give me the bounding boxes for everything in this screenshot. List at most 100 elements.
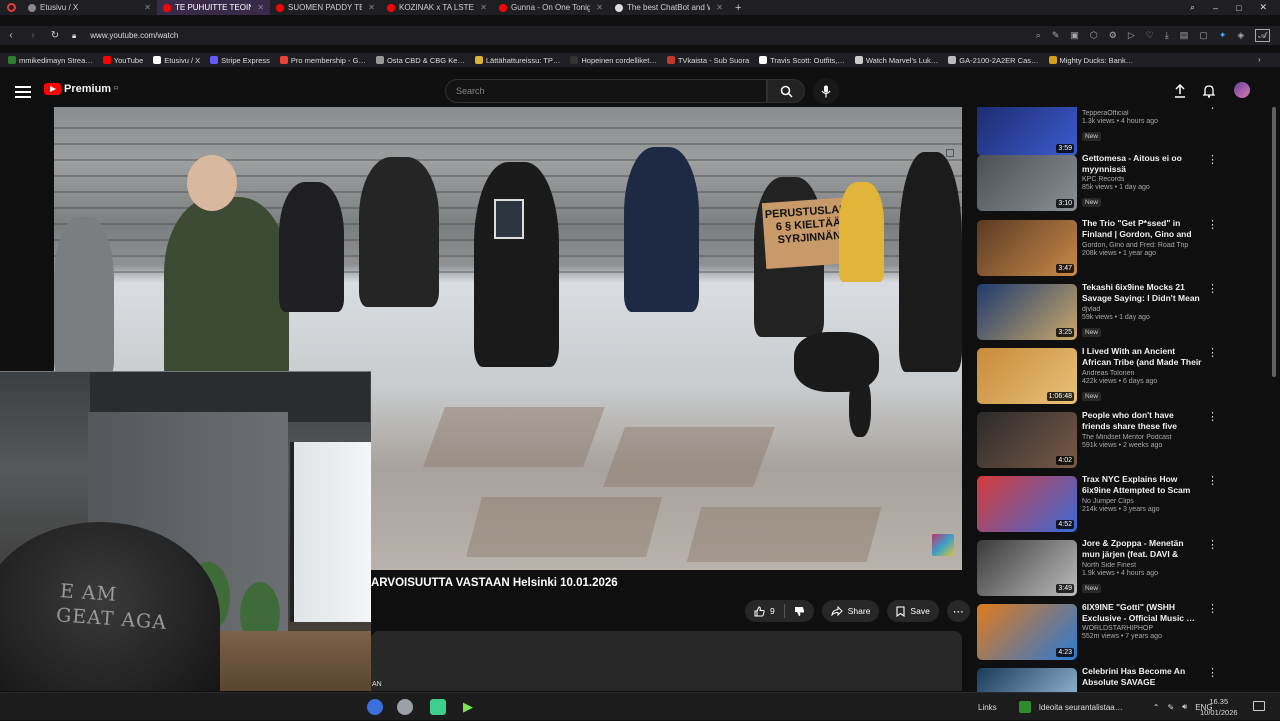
- action-center-icon[interactable]: [1253, 701, 1265, 711]
- recommended-video[interactable]: 3:10 Gettomesa - Aitous ei oo myynnissä KP…: [977, 153, 1237, 217]
- bookmark-item[interactable]: Pro membership - G…: [279, 56, 366, 65]
- links-toolbar[interactable]: Links: [978, 703, 997, 712]
- taskbar-app-play-icon[interactable]: ▶: [463, 699, 479, 715]
- bookmark-item[interactable]: YouTube: [102, 56, 143, 65]
- channel-name[interactable]: No Jumper Clips: [1082, 498, 1202, 505]
- more-actions-button[interactable]: ⋯: [946, 600, 970, 622]
- bookmark-item[interactable]: Stripe Express: [210, 56, 270, 65]
- recommended-video[interactable]: 4:23 6IX9INE "Gotti" (WSHH Exclusive - Of…: [977, 602, 1237, 666]
- recommended-video[interactable]: 3:49 Jore & Zpoppa - Menetän mun järjen (…: [977, 538, 1237, 602]
- video-title-link[interactable]: The Trio "Get P*ssed" in Finland | Gordo…: [1082, 218, 1202, 241]
- recommended-video[interactable]: 3:25 Tekashi 6ix9ine Mocks 21 Savage Sayi…: [977, 282, 1237, 346]
- bookmark-item[interactable]: TVkaista - Sub Suora: [666, 56, 749, 65]
- extension-a-icon[interactable]: ✦: [1219, 30, 1227, 41]
- lock-icon[interactable]: 🔒︎: [72, 31, 76, 41]
- video-thumbnail[interactable]: 3:49: [977, 540, 1077, 596]
- browser-tab[interactable]: The best ChatBot and Wid… ✕: [609, 0, 729, 15]
- bookmark-item[interactable]: Lättähattureissu: TP…: [474, 56, 560, 65]
- sidebar-scrollbar[interactable]: [1272, 107, 1276, 377]
- bookmark-item[interactable]: Travis Scott: Outfits,…: [759, 56, 845, 65]
- camera-icon[interactable]: ▣: [1070, 30, 1079, 41]
- browser-tab[interactable]: SUOMEN PADDY TESTAA … ✕: [270, 0, 381, 15]
- video-thumbnail[interactable]: 4:52: [977, 476, 1077, 532]
- more-vertical-icon[interactable]: ⋮: [1207, 668, 1218, 682]
- new-tab-button[interactable]: +: [735, 2, 741, 14]
- browser-tab[interactable]: KOZINAK x TA LSTEELO - … ✕: [381, 0, 493, 15]
- minimize-icon[interactable]: –: [1213, 3, 1218, 13]
- pen-icon[interactable]: ✎: [1167, 703, 1174, 712]
- back-icon[interactable]: ‹: [0, 30, 22, 41]
- recommended-video[interactable]: 1:06:48 I Lived With an Ancient African T…: [977, 346, 1237, 410]
- video-thumbnail[interactable]: 3:59: [977, 107, 1077, 156]
- channel-name[interactable]: KPC Records: [1082, 176, 1202, 183]
- description-box[interactable]: [371, 631, 962, 691]
- channel-name[interactable]: TepperaOfficial: [1082, 110, 1202, 117]
- video-title-link[interactable]: Jore & Zpoppa - Menetän mun järjen (feat…: [1082, 538, 1202, 561]
- browser-tab[interactable]: TE PUHUITTE TEOIN – M… ✕: [157, 0, 270, 15]
- share-button[interactable]: Share: [821, 600, 880, 622]
- more-vertical-icon[interactable]: ⋮: [1207, 476, 1218, 490]
- search-tabs-icon[interactable]: ⌕: [1190, 2, 1195, 13]
- dislike-button[interactable]: [785, 600, 814, 622]
- tab-close-icon[interactable]: ✕: [144, 3, 151, 12]
- recommended-video[interactable]: 4:52 Trax NYC Explains How 6ix9ine Attemp…: [977, 474, 1237, 538]
- extension-b-icon[interactable]: ◈: [1237, 30, 1244, 41]
- idea-app-icon[interactable]: [1018, 701, 1031, 713]
- tab-close-icon[interactable]: ✕: [368, 3, 375, 12]
- more-vertical-icon[interactable]: ⋮: [1207, 107, 1218, 114]
- taskbar-app-chatbot-icon[interactable]: [430, 699, 446, 715]
- channel-name[interactable]: North Side Finest: [1082, 562, 1202, 569]
- hamburger-menu-icon[interactable]: [15, 83, 31, 99]
- search-button[interactable]: [767, 79, 805, 103]
- maximize-icon[interactable]: □: [1236, 3, 1241, 13]
- taskbar-app-discord-icon[interactable]: [367, 699, 383, 715]
- recommended-video[interactable]: 3:47 The Trio "Get P*ssed" in Finland | G…: [977, 218, 1237, 282]
- video-title-link[interactable]: Tekashi 6ix9ine Mocks 21 Savage Saying: …: [1082, 282, 1202, 305]
- video-thumbnail[interactable]: 4:02: [977, 412, 1077, 468]
- like-button[interactable]: 9: [745, 600, 784, 622]
- wallet-icon[interactable]: ▢: [1199, 30, 1208, 41]
- more-vertical-icon[interactable]: ⋮: [1207, 348, 1218, 362]
- video-thumbnail[interactable]: 3:47: [977, 220, 1077, 276]
- reload-icon[interactable]: ↻: [44, 30, 66, 41]
- video-title-link[interactable]: I Lived With an Ancient African Tribe (a…: [1082, 346, 1202, 369]
- forward-icon[interactable]: ›: [22, 30, 44, 41]
- url-field[interactable]: 🔒︎ www.youtube.com/watch: [72, 26, 1012, 45]
- video-title-link[interactable]: Kahden vuoden …: [1082, 107, 1202, 109]
- heart-icon[interactable]: ♡: [1146, 30, 1154, 41]
- volume-icon[interactable]: 🔊︎: [1182, 702, 1187, 712]
- bookmark-item[interactable]: GA-2100-2A2ER Cas…: [948, 56, 1039, 65]
- bookmark-item[interactable]: mmikedimayn Strea…: [8, 56, 93, 65]
- close-icon[interactable]: ✕: [1260, 2, 1268, 13]
- settings-icon[interactable]: ⚙: [1109, 30, 1117, 41]
- sidebar-icon[interactable]: ▤: [1180, 30, 1189, 41]
- url-text[interactable]: www.youtube.com/watch: [90, 31, 178, 40]
- taskbar-notification[interactable]: Ideoita seurantalistaa…: [1039, 703, 1123, 712]
- video-thumbnail[interactable]: [977, 668, 1077, 692]
- youtube-logo[interactable]: Premium FI: [44, 83, 119, 95]
- video-title-link[interactable]: Trax NYC Explains How 6ix9ine Attempted …: [1082, 474, 1202, 497]
- channel-name[interactable]: WORLDSTARHIPHOP: [1082, 625, 1202, 632]
- video-title-link[interactable]: 6IX9INE "Gotti" (WSHH Exclusive - Offici…: [1082, 602, 1202, 624]
- tab-close-icon[interactable]: ✕: [596, 3, 603, 12]
- more-vertical-icon[interactable]: ⋮: [1207, 220, 1218, 234]
- ai-assistant-icon[interactable]: 𝓐: [1255, 29, 1270, 42]
- channel-name[interactable]: The Mindset Mentor Podcast: [1082, 434, 1202, 441]
- video-thumbnail[interactable]: 4:23: [977, 604, 1077, 660]
- browser-tab[interactable]: Gunna - On One Tonight | ✕: [493, 0, 609, 15]
- video-title-link[interactable]: Gettomesa - Aitous ei oo myynnissä: [1082, 153, 1202, 175]
- video-thumbnail[interactable]: 3:10: [977, 155, 1077, 211]
- recommended-video[interactable]: Celebrini Has Become An Absolute SAVAGE ⋮: [977, 666, 1237, 692]
- bookmark-item[interactable]: Mighty Ducks: Bank…: [1048, 56, 1133, 65]
- video-title-link[interactable]: People who don't have friends share thes…: [1082, 410, 1202, 433]
- more-vertical-icon[interactable]: ⋮: [1207, 604, 1218, 618]
- shield-icon[interactable]: ⬡: [1090, 30, 1098, 41]
- bookmark-item[interactable]: Hopeinen cordelliket…: [570, 56, 657, 65]
- recommended-video[interactable]: 4:02 People who don't have friends share …: [977, 410, 1237, 474]
- channel-name[interactable]: Andreas Tolonen: [1082, 370, 1202, 377]
- upload-button[interactable]: [1172, 83, 1188, 99]
- tab-close-icon[interactable]: ✕: [716, 3, 723, 12]
- video-thumbnail[interactable]: 3:25: [977, 284, 1077, 340]
- download-icon[interactable]: ⤓: [1165, 30, 1169, 41]
- taskbar-app-steam-icon[interactable]: [397, 699, 413, 715]
